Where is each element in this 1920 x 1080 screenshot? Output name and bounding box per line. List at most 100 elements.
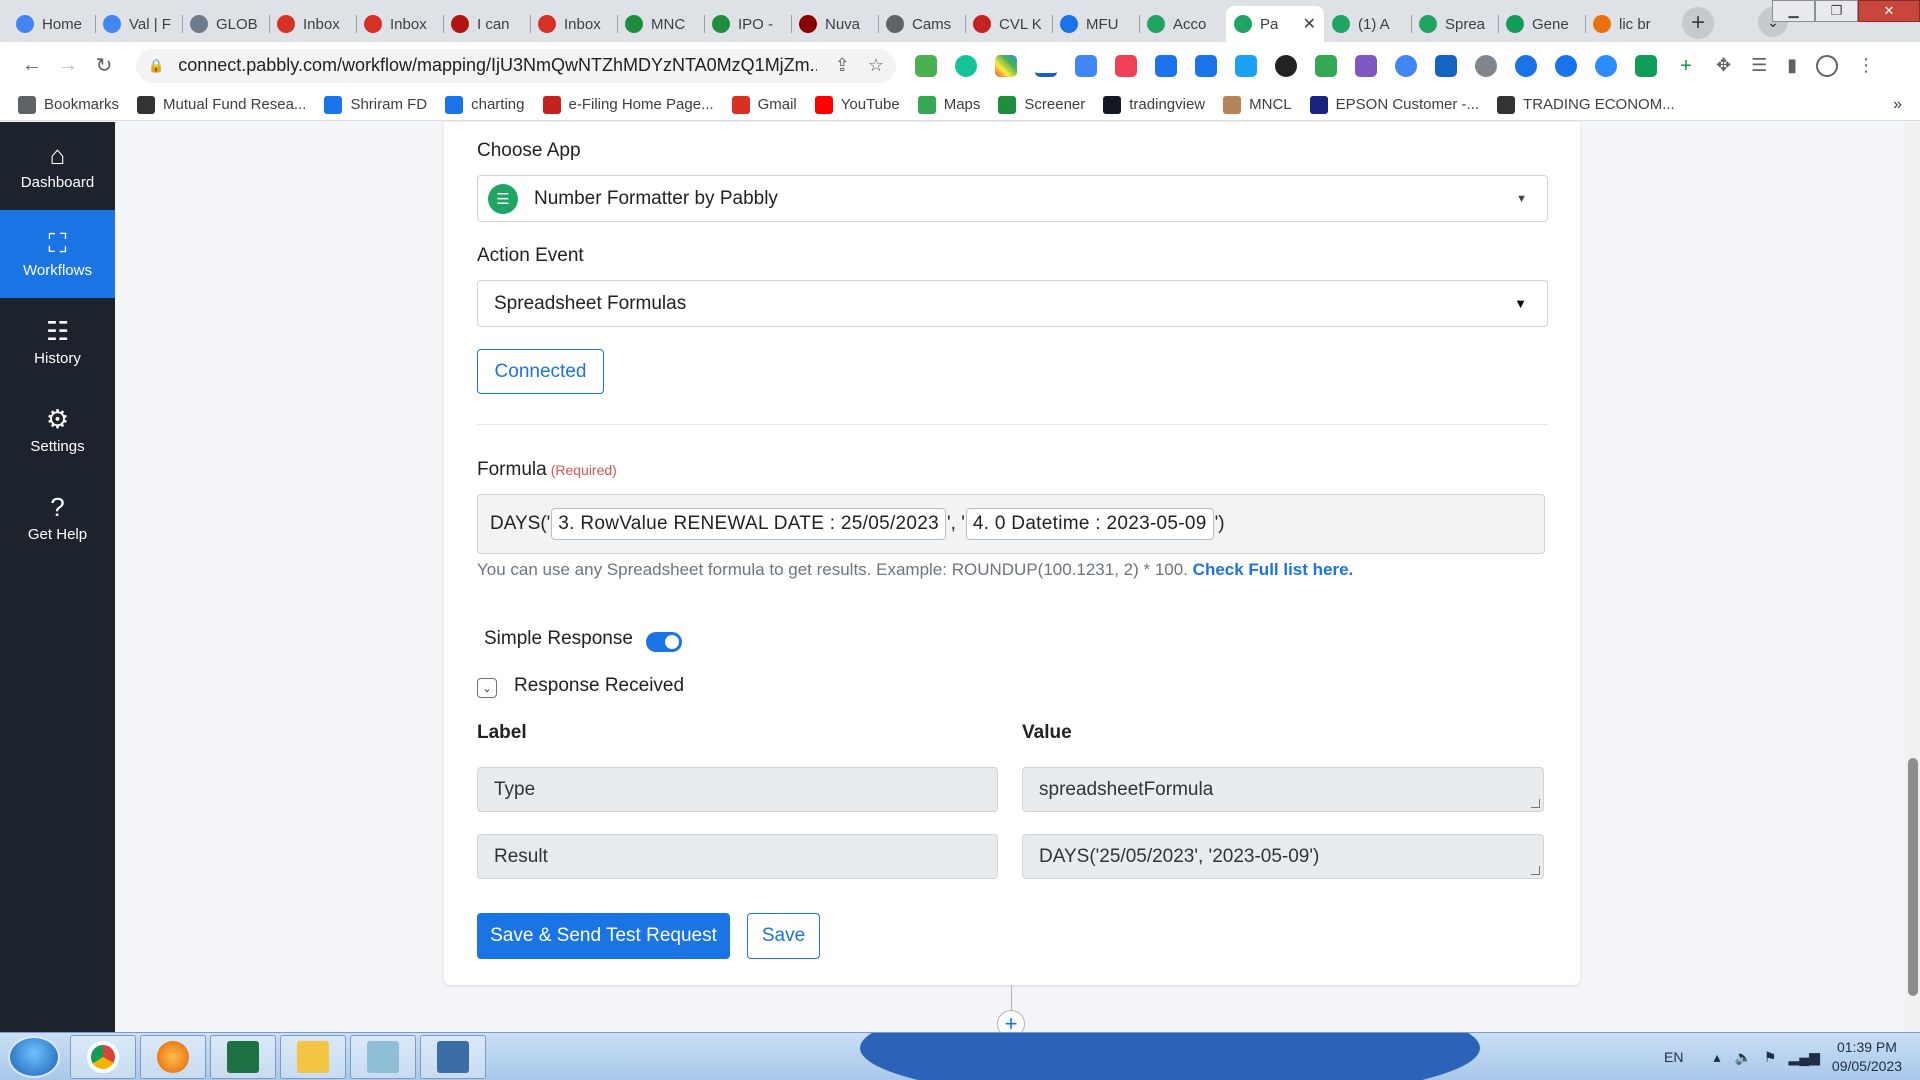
browser-tab[interactable]: Cams [878,6,965,42]
extension-icon[interactable] [1635,54,1657,77]
browser-tab[interactable]: Gene [1498,6,1585,42]
extension-icon[interactable] [1195,54,1217,77]
bookmark-item[interactable]: Shriram FD [324,95,427,114]
bookmark-item[interactable]: TRADING ECONOM... [1497,95,1675,114]
full-list-link[interactable]: Check Full list here. [1193,560,1354,579]
plus-extension-icon[interactable]: + [1675,54,1697,77]
choose-app-select[interactable]: ☰ Number Formatter by Pabbly ▼ [477,175,1548,222]
start-button[interactable] [8,1036,60,1078]
taskbar-chrome[interactable] [70,1035,136,1079]
tray-expand-icon[interactable]: ▴ [1713,1049,1720,1066]
browser-tab[interactable]: Val | F [95,6,182,42]
bookmark-item[interactable]: tradingview [1103,95,1205,114]
taskbar-notepad[interactable] [350,1035,416,1079]
language-indicator[interactable]: EN [1664,1049,1683,1065]
extension-icon[interactable] [915,54,937,77]
puzzle-icon[interactable]: ✥ [1716,55,1731,76]
browser-tab[interactable]: MFU [1052,6,1139,42]
sidebar-item-settings[interactable]: ⚙ Settings [0,386,115,474]
bookmark-item[interactable]: YouTube [814,95,900,114]
extension-icon[interactable] [1035,54,1057,77]
restore-button[interactable]: ❐ [1815,0,1858,22]
save-and-send-test-request-button[interactable]: Save & Send Test Request [477,913,730,959]
more-bookmarks-icon[interactable]: » [1893,96,1902,114]
bookmark-item[interactable]: Maps [917,95,980,114]
bookmark-item[interactable]: Bookmarks [18,95,119,114]
save-button[interactable]: Save [747,913,820,959]
translate-icon[interactable] [1075,54,1097,77]
extension-icon[interactable] [1435,54,1457,77]
menu-icon[interactable]: ⋮ [1857,55,1875,76]
extension-icon[interactable] [1395,54,1417,77]
scrollbar[interactable] [1905,122,1920,1032]
sidebar-item-get-help[interactable]: ? Get Help [0,474,115,562]
browser-tab[interactable]: IPO - [704,6,791,42]
bookmark-item[interactable]: EPSON Customer -... [1309,95,1479,114]
browser-tab[interactable]: Acco [1139,6,1226,42]
browser-tab[interactable]: Pa ✕ [1226,6,1324,42]
extension-icon[interactable] [1355,54,1377,77]
bookmark-item[interactable]: MNCL [1223,95,1292,114]
extension-icon[interactable] [1515,54,1537,77]
browser-tab[interactable]: Home [8,6,95,42]
flag-icon[interactable]: ⚑ [1764,1049,1777,1066]
bookmark-item[interactable]: e-Filing Home Page... [542,95,714,114]
extension-icon[interactable] [1235,54,1257,77]
browser-tab[interactable]: lic br [1585,6,1672,42]
reading-list-icon[interactable]: ☰ [1751,55,1767,76]
taskbar-explorer[interactable] [280,1035,346,1079]
extension-icon[interactable] [1315,54,1337,77]
side-panel-icon[interactable]: ▮ [1787,55,1797,76]
bookmark-star-icon[interactable]: ☆ [868,55,884,76]
mapped-field-chip[interactable]: 3. RowValue RENEWAL DATE : 25/05/2023 [551,508,947,540]
sidebar-item-history[interactable]: ☷ History [0,298,115,386]
taskbar-excel[interactable] [210,1035,276,1079]
profile-icon[interactable] [1816,54,1839,77]
network-icon[interactable]: ▂▄▆ [1788,1049,1819,1066]
browser-tab[interactable]: Sprea [1411,6,1498,42]
bookmark-item[interactable]: Screener [998,95,1085,114]
action-event-select[interactable]: Spreadsheet Formulas ▼ [477,280,1548,327]
extension-icon[interactable] [1155,54,1177,77]
extension-icon[interactable] [995,54,1017,77]
browser-tab[interactable]: Nuva [791,6,878,42]
taskbar-photos[interactable] [420,1035,486,1079]
browser-tab[interactable]: Inbox [530,6,617,42]
simple-response-toggle[interactable] [646,632,682,652]
browser-tab[interactable]: Inbox [356,6,443,42]
reload-icon[interactable]: ↻ [86,53,122,78]
bookmark-item[interactable]: charting [445,95,525,114]
browser-tab[interactable]: MNC [617,6,704,42]
sidebar-item-workflows[interactable]: ⛶ Workflows [0,210,115,298]
connected-button[interactable]: Connected [477,349,604,394]
pocket-icon[interactable] [1115,54,1137,77]
lock-icon[interactable]: 🔒 [148,58,164,74]
forward-icon[interactable]: → [50,54,86,77]
close-window-button[interactable]: ✕ [1858,0,1920,22]
mapped-field-chip[interactable]: 4. 0 Datetime : 2023-05-09 [965,508,1214,540]
browser-tab[interactable]: I can [443,6,530,42]
browser-tab[interactable]: (1) A [1324,6,1411,42]
share-icon[interactable]: ⇪ [835,55,850,76]
browser-tab[interactable]: GLOB [182,6,269,42]
response-received-label[interactable]: Response Received [514,675,684,697]
address-bar[interactable]: 🔒 connect.pabbly.com/workflow/mapping/Ij… [136,48,896,83]
extension-icon[interactable] [1555,54,1577,77]
taskbar-firefox[interactable] [140,1035,206,1079]
bookmark-item[interactable]: Gmail [731,95,797,114]
extension-icon[interactable] [1275,54,1297,77]
grammarly-icon[interactable] [955,54,977,77]
scrollbar-thumb[interactable] [1908,758,1918,996]
clock[interactable]: 01:39 PM 09/05/2023 [1832,1038,1902,1076]
volume-icon[interactable]: 🔈 [1734,1049,1751,1066]
browser-tab[interactable]: Inbox [269,6,356,42]
url-text[interactable]: connect.pabbly.com/workflow/mapping/IjU3… [178,55,817,76]
back-icon[interactable]: ← [14,54,50,77]
zoom-icon[interactable] [1595,54,1617,77]
close-tab-icon[interactable]: ✕ [1303,14,1316,34]
new-tab-button[interactable]: + [1682,7,1714,39]
sidebar-item-dashboard[interactable]: ⌂ Dashboard [0,122,115,210]
minimize-button[interactable]: ▁ [1772,0,1815,22]
extension-icon[interactable] [1475,54,1497,77]
chevron-down-icon[interactable]: ⌄ [477,678,497,698]
